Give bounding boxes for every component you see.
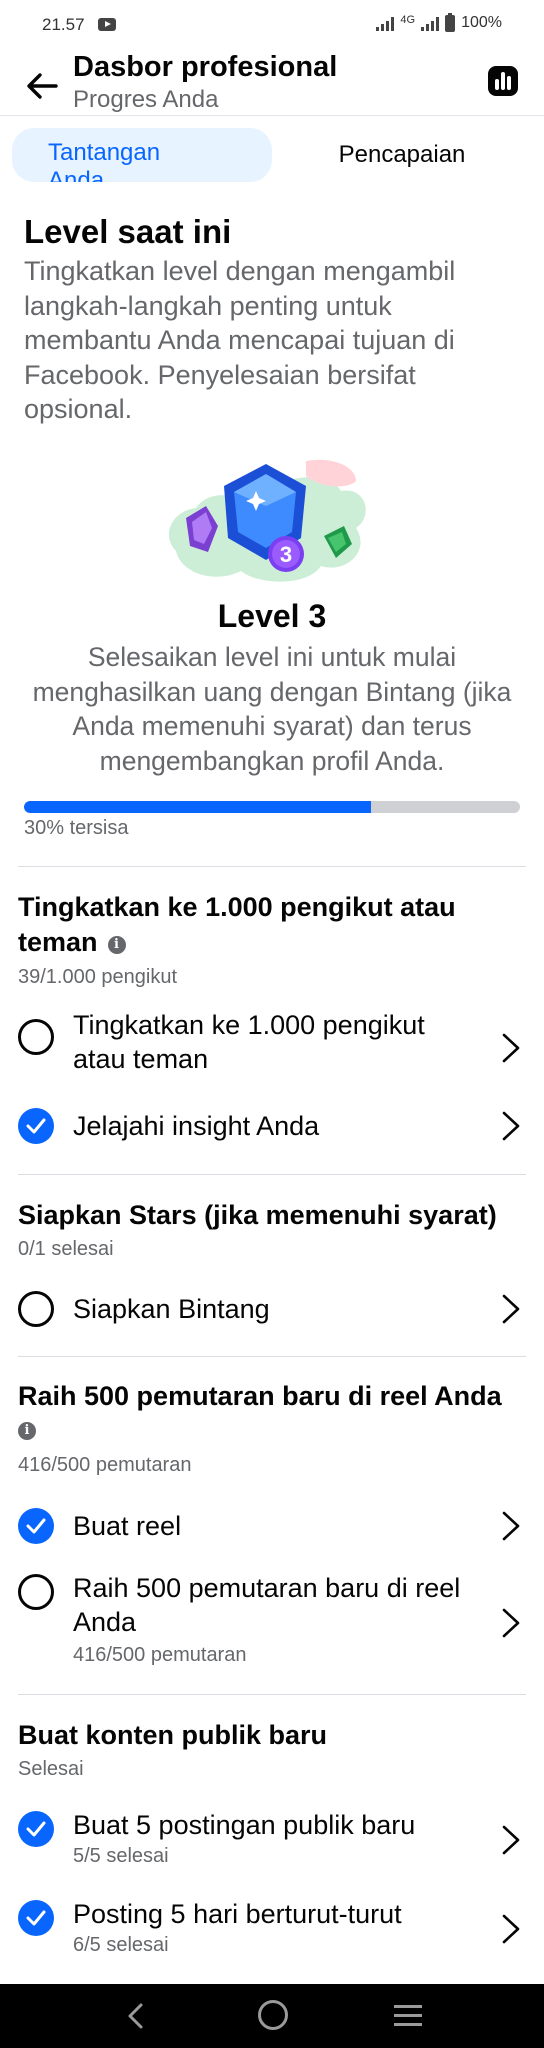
status-time: 21.57 [42,15,85,34]
system-nav-bar [0,1984,544,2048]
task-sublabel: 5/5 selesai [73,1845,169,1867]
task-sublabel: 416/500 pemutaran [73,1644,247,1666]
level-progress-label: 30% tersisa [24,817,129,839]
level-progress-bar [24,801,520,813]
tab-challenges[interactable]: Tantangan Anda [12,128,272,182]
unchecked-circle-icon [18,1019,54,1055]
chevron-right-icon [502,1914,520,1944]
level-badge-number: 3 [280,542,292,567]
section-title-followers: Tingkatkan ke 1.000 pengikut atau teman i [18,890,528,960]
task-item[interactable]: Buat reel [0,1508,544,1548]
unchecked-circle-icon [18,1574,54,1610]
check-circle-icon [18,1108,54,1144]
divider [18,1174,526,1175]
signal-icon-2 [421,15,440,31]
info-icon[interactable]: i [18,1422,36,1440]
section-subtitle-followers: 39/1.000 pengikut [18,966,178,988]
page-title: Dasbor profesional [73,51,338,83]
task-label: Posting 5 hari berturut-turut [73,1899,402,1929]
level-text: Selesaikan level ini untuk mulai menghas… [32,642,512,776]
task-label: Siapkan Bintang [73,1294,270,1324]
chevron-right-icon [502,1608,520,1638]
check-circle-icon [18,1900,54,1936]
status-indicators: 4G 100% [376,12,502,32]
section-title-content: Buat konten publik baru [18,1720,328,1750]
battery-level: 100% [461,14,502,31]
task-item[interactable]: Siapkan Bintang [0,1291,544,1331]
chevron-right-icon [502,1511,520,1541]
chevron-right-icon [502,1033,520,1063]
section-title-reels: Raih 500 pemutaran baru di reel Anda [18,1381,502,1411]
chevron-right-icon [502,1825,520,1855]
check-circle-icon [18,1508,54,1544]
tab-achievements-label: Pencapaian [338,141,466,168]
level-title: Level 3 [217,598,327,634]
nav-back-icon[interactable] [124,2002,148,2030]
divider [18,1356,526,1357]
task-sublabel: 6/5 selesai [73,1934,169,1956]
chevron-right-icon [502,1294,520,1324]
task-item[interactable]: Posting 5 hari berturut-turut 6/5 selesa… [0,1897,544,1961]
task-item[interactable]: Buat 5 postingan publik baru 5/5 selesai [0,1808,544,1872]
task-label: Raih 500 pemutaran baru di reel Anda [73,1573,461,1637]
level-progress-fill [24,801,372,813]
network-type: 4G [400,14,416,26]
task-item[interactable]: Raih 500 pemutaran baru di reel Anda 416… [0,1571,544,1671]
app-header: Dasbor profesional Progres Anda [0,50,544,116]
level-heading: Level saat ini [24,213,232,250]
task-label: Jelajahi insight Anda [73,1111,320,1141]
task-item[interactable]: Tingkatkan ke 1.000 pengikut atau teman [0,1008,544,1088]
divider [18,866,526,867]
task-label: Tingkatkan ke 1.000 pengikut atau teman [73,1010,425,1074]
status-bar: 21.57 4G 100% [0,0,544,50]
tab-challenges-label: Tantangan Anda [48,139,161,182]
bar-chart-icon[interactable] [486,64,520,98]
section-subtitle-content: Selesai [18,1758,84,1780]
section-title-followers-text: Tingkatkan ke 1.000 pengikut atau teman [18,892,456,957]
task-label: Buat 5 postingan publik baru [73,1810,416,1840]
tab-bar: Tantangan Anda Pencapaian [0,118,544,188]
battery-icon [445,12,456,32]
youtube-notification-icon [98,18,116,31]
level-description: Tingkatkan level dengan mengambil langka… [24,256,456,424]
arrow-left-icon[interactable] [22,66,62,106]
nav-home-icon[interactable] [258,2000,288,2030]
task-label: Buat reel [73,1511,182,1541]
info-icon[interactable]: i [107,936,126,954]
section-subtitle-reels: 416/500 pemutaran [18,1454,192,1476]
section-subtitle-stars: 0/1 selesai [18,1238,114,1260]
page-subtitle: Progres Anda [73,86,219,113]
section-title-stars: Siapkan Stars (jika memenuhi syarat) [18,1200,497,1230]
chevron-right-icon [502,1111,520,1141]
check-circle-icon [18,1811,54,1847]
nav-recent-apps-icon[interactable] [394,2005,422,2027]
tab-achievements[interactable]: Pencapaian [272,128,532,182]
unchecked-circle-icon [18,1291,54,1327]
level-badge-illustration: 3 [168,459,366,582]
signal-icon [376,15,395,31]
task-item[interactable]: Jelajahi insight Anda [0,1108,544,1148]
divider [18,1694,526,1695]
